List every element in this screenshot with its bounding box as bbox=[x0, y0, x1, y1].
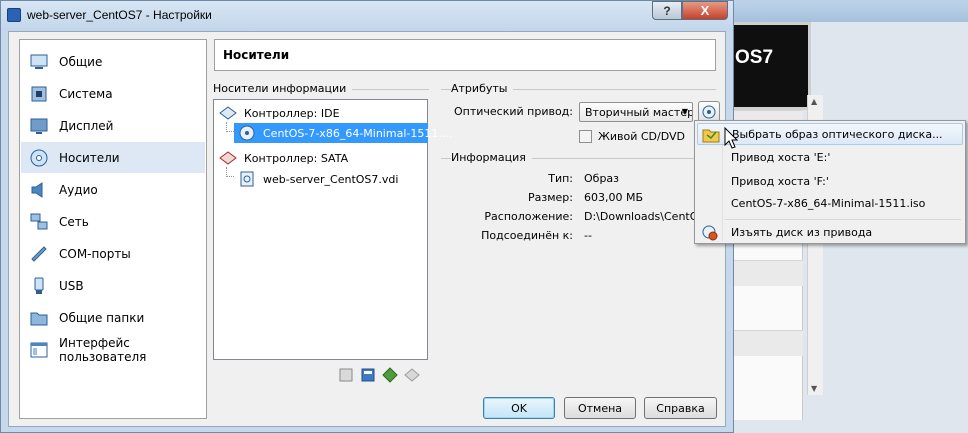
mouse-cursor-icon bbox=[724, 127, 738, 149]
attributes-label: Атрибуты bbox=[451, 82, 514, 95]
storage-toolbar bbox=[337, 366, 421, 384]
tree-optical-disc-item[interactable]: CentOS-7-x86_64-Minimal-1511.... bbox=[234, 123, 452, 143]
background-titlebar bbox=[701, 0, 968, 22]
page-title: Носители bbox=[214, 39, 716, 71]
info-type-value: Образ bbox=[584, 172, 620, 185]
serial-ports-icon bbox=[29, 244, 49, 264]
category-storage[interactable]: Носители bbox=[21, 142, 205, 173]
category-user-interface[interactable]: Интерфейс пользователя bbox=[21, 334, 205, 365]
storage-tree-label: Носители информации bbox=[213, 82, 353, 95]
category-serial-ports[interactable]: COM-порты bbox=[21, 238, 205, 269]
ok-button[interactable]: OK bbox=[483, 397, 555, 419]
tree-hard-disk-item[interactable]: web-server_CentOS7.vdi bbox=[237, 169, 398, 189]
sata-controller-icon bbox=[218, 148, 238, 168]
eject-disc-icon bbox=[701, 223, 719, 241]
tree-controller-ide[interactable]: Контроллер: IDE bbox=[218, 103, 340, 123]
folder-icon bbox=[702, 126, 720, 144]
live-cd-checkbox[interactable] bbox=[579, 130, 592, 143]
category-usb[interactable]: USB bbox=[21, 270, 205, 301]
information-label: Информация bbox=[451, 151, 532, 164]
optical-drive-label: Оптический привод: bbox=[453, 105, 573, 118]
storage-tree[interactable]: Контроллер: IDE CentOS-7-x86_64-Minimal-… bbox=[213, 99, 452, 360]
category-display[interactable]: Дисплей bbox=[21, 110, 205, 141]
remove-attachment-icon[interactable] bbox=[403, 366, 421, 384]
info-size-key: Размер: bbox=[528, 191, 573, 204]
category-network[interactable]: Сеть bbox=[21, 206, 205, 237]
category-general[interactable]: Общие bbox=[21, 46, 205, 77]
optical-drive-select[interactable]: Вторичный мастер ▼ bbox=[579, 102, 693, 122]
virtualbox-icon bbox=[7, 8, 21, 22]
add-controller-icon[interactable] bbox=[337, 366, 355, 384]
remove-controller-icon[interactable] bbox=[359, 366, 377, 384]
window-help-button[interactable]: ? bbox=[652, 1, 682, 20]
info-type-key: Тип: bbox=[548, 172, 573, 185]
audio-icon bbox=[29, 180, 49, 200]
optical-disc-icon bbox=[702, 105, 716, 119]
info-attached-key: Подсоединён к: bbox=[481, 229, 573, 242]
help-button[interactable]: Справка bbox=[644, 397, 717, 419]
cancel-button[interactable]: Отмена bbox=[564, 397, 636, 419]
tree-controller-sata[interactable]: Контроллер: SATA bbox=[218, 148, 348, 168]
menu-eject-disc[interactable]: Изъять диск из привода bbox=[697, 221, 963, 243]
display-icon bbox=[29, 116, 49, 136]
live-cd-label: Живой CD/DVD bbox=[598, 130, 685, 143]
ide-controller-icon bbox=[218, 103, 238, 123]
dialog-title: web-server_CentOS7 - Настройки bbox=[27, 8, 212, 22]
info-attached-value: -- bbox=[584, 229, 592, 242]
info-location-key: Расположение: bbox=[484, 210, 573, 223]
user-interface-icon bbox=[29, 340, 49, 360]
chevron-down-icon: ▼ bbox=[681, 107, 688, 116]
menu-host-drive-e[interactable]: Привод хоста 'E:' bbox=[697, 146, 963, 168]
settings-dialog: web-server_CentOS7 - Настройки ? X Общие… bbox=[0, 0, 734, 433]
category-audio[interactable]: Аудио bbox=[21, 174, 205, 205]
category-list: Общие Система Дисплей Носители Аудио Сет… bbox=[19, 39, 207, 419]
category-system[interactable]: Система bbox=[21, 78, 205, 109]
storage-icon bbox=[29, 148, 49, 168]
add-attachment-icon[interactable] bbox=[381, 366, 399, 384]
dialog-client-area: Общие Система Дисплей Носители Аудио Сет… bbox=[8, 31, 726, 427]
shared-folders-icon bbox=[29, 308, 49, 328]
network-icon bbox=[29, 212, 49, 232]
system-icon bbox=[29, 84, 49, 104]
info-location-value: D:\Downloads\CentOS- bbox=[584, 210, 710, 223]
window-close-button[interactable]: X bbox=[682, 1, 728, 20]
vm-preview: OS7 bbox=[731, 22, 811, 110]
vm-preview-text: OS7 bbox=[735, 47, 774, 68]
menu-host-drive-f[interactable]: Привод хоста 'F:' bbox=[697, 170, 963, 192]
menu-recent-iso[interactable]: CentOS-7-x86_64-Minimal-1511.iso bbox=[697, 192, 963, 214]
info-size-value: 603,00 МБ bbox=[584, 191, 644, 204]
category-shared-folders[interactable]: Общие папки bbox=[21, 302, 205, 333]
general-icon bbox=[29, 52, 49, 72]
usb-icon bbox=[29, 276, 49, 296]
dialog-titlebar[interactable]: web-server_CentOS7 - Настройки ? X bbox=[1, 1, 733, 31]
hard-disk-icon bbox=[237, 169, 257, 189]
optical-disc-icon bbox=[237, 123, 257, 143]
